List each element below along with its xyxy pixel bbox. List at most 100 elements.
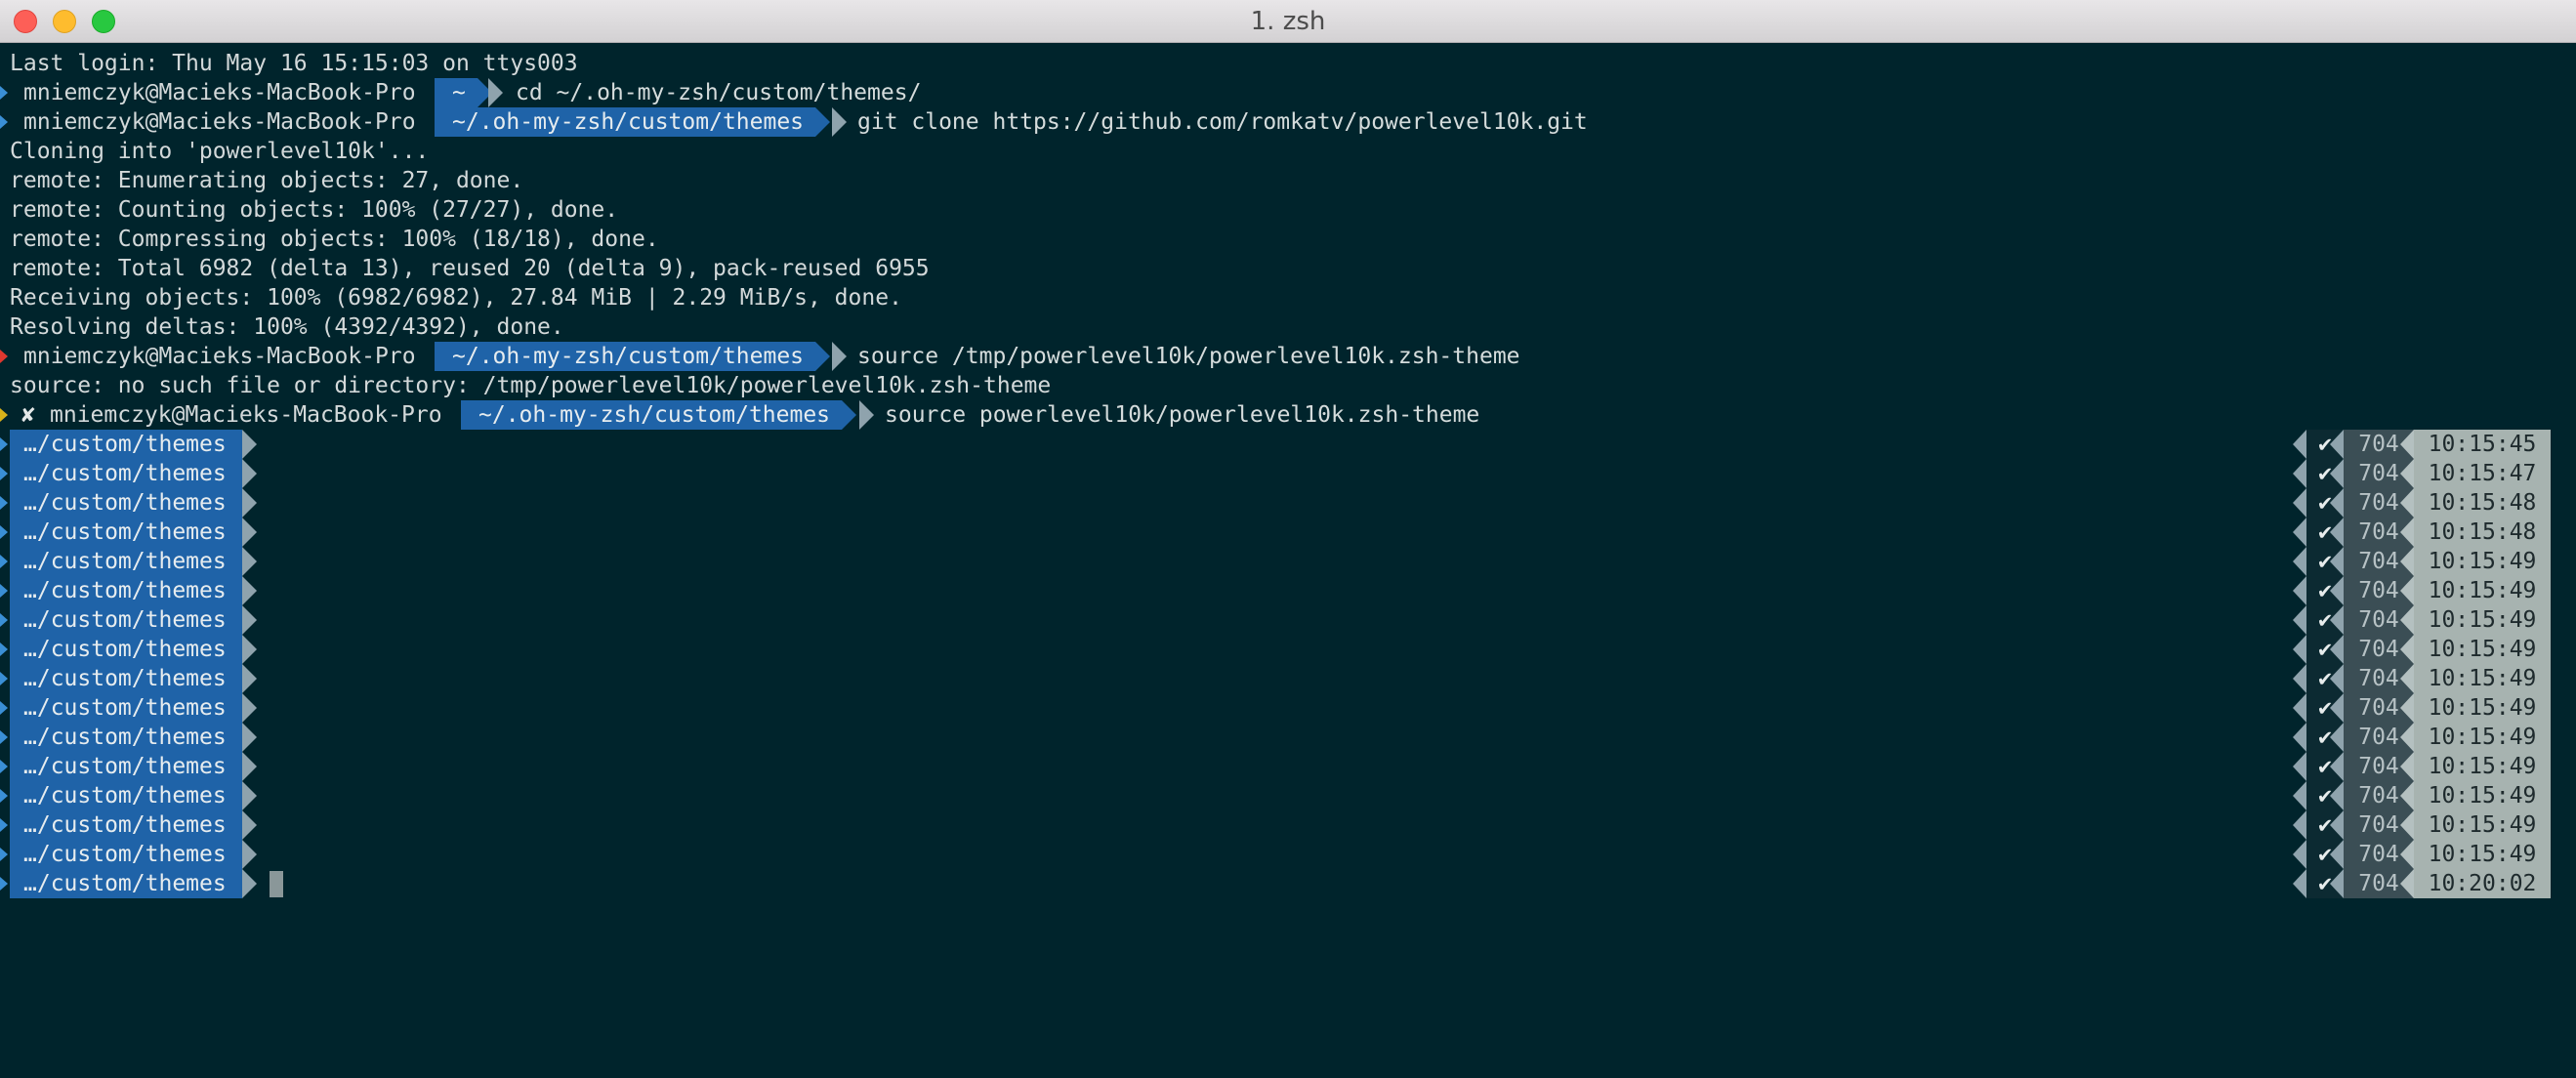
time-segment: 10:15:48 (2414, 518, 2551, 547)
p10k-prompt-line: …/custom/themes ✔ 704 10:15:49 (0, 576, 2576, 605)
right-separator-icon (2330, 430, 2344, 459)
dir-segment: …/custom/themes (10, 635, 242, 664)
last-login-line: Last login: Thu May 16 15:15:03 on ttys0… (0, 49, 2576, 78)
right-prompt: ✔ 704 10:15:49 (2293, 810, 2551, 840)
prompt-arrow-icon (242, 752, 257, 781)
p10k-prompt-line: …/custom/themes ✔ 704 10:20:02 (0, 869, 2576, 898)
prompt-arrow-icon (242, 576, 257, 605)
prompt-marker-icon (0, 818, 8, 832)
prompt-marker-icon (0, 496, 8, 510)
right-separator-icon (2400, 576, 2414, 605)
output-line: Cloning into 'powerlevel10k'... (0, 137, 2576, 166)
right-separator-icon (2330, 723, 2344, 752)
output-text: remote: Counting objects: 100% (27/27), … (10, 197, 619, 223)
right-separator-icon (2330, 664, 2344, 693)
right-separator-icon (2293, 518, 2306, 547)
right-prompt: ✔ 704 10:15:49 (2293, 723, 2551, 752)
right-separator-icon (2293, 781, 2306, 810)
right-separator-icon (2400, 693, 2414, 723)
right-separator-icon (2293, 488, 2306, 518)
output-text: Resolving deltas: 100% (4392/4392), done… (10, 314, 564, 340)
terminal-window: 1. zsh Last login: Thu May 16 15:15:03 o… (0, 0, 2576, 1078)
terminal-cursor[interactable] (270, 871, 283, 897)
output-text: remote: Enumerating objects: 27, done. (10, 168, 524, 193)
right-separator-icon (2293, 635, 2306, 664)
right-separator-icon (2293, 664, 2306, 693)
dir-segment: ~ (435, 78, 492, 107)
prompt-arrow-icon (242, 723, 257, 752)
right-separator-icon (2293, 547, 2306, 576)
dir-segment: …/custom/themes (10, 664, 242, 693)
time-segment: 10:15:48 (2414, 488, 2551, 518)
p10k-prompt-line: …/custom/themes ✔ 704 10:15:48 (0, 488, 2576, 518)
right-prompt: ✔ 704 10:15:48 (2293, 518, 2551, 547)
right-separator-icon (2400, 664, 2414, 693)
right-prompt: ✔ 704 10:15:48 (2293, 488, 2551, 518)
p10k-prompt-line: …/custom/themes ✔ 704 10:15:49 (0, 781, 2576, 810)
right-separator-icon (2330, 547, 2344, 576)
right-separator-icon (2400, 752, 2414, 781)
right-separator-icon (2330, 810, 2344, 840)
right-separator-icon (2293, 752, 2306, 781)
dir-segment: …/custom/themes (10, 430, 242, 459)
right-separator-icon (2330, 781, 2344, 810)
right-separator-icon (2400, 781, 2414, 810)
right-separator-icon (2400, 547, 2414, 576)
command-text: cd ~/.oh-my-zsh/custom/themes/ (516, 80, 922, 105)
output-line: Resolving deltas: 100% (4392/4392), done… (0, 312, 2576, 342)
error-text: source: no such file or directory: /tmp/… (10, 373, 1052, 398)
right-separator-icon (2330, 635, 2344, 664)
output-line: remote: Counting objects: 100% (27/27), … (0, 195, 2576, 225)
prompt-line-4: ✘ mniemczyk@Macieks-MacBook-Pro ~/.oh-my… (0, 400, 2576, 430)
right-prompt: ✔ 704 10:20:02 (2293, 869, 2551, 898)
p10k-prompt-line: …/custom/themes ✔ 704 10:15:49 (0, 664, 2576, 693)
dir-segment: ~/.oh-my-zsh/custom/themes (461, 400, 857, 430)
dir-segment: ~/.oh-my-zsh/custom/themes (435, 342, 831, 371)
right-prompt: ✔ 704 10:15:45 (2293, 430, 2551, 459)
p10k-prompt-line: …/custom/themes ✔ 704 10:15:49 (0, 810, 2576, 840)
p10k-prompt-line: …/custom/themes ✔ 704 10:15:47 (0, 459, 2576, 488)
host-segment: mniemczyk@Macieks-MacBook-Pro (50, 402, 442, 428)
prompt-marker-icon (0, 760, 8, 773)
error-line: source: no such file or directory: /tmp/… (0, 371, 2576, 400)
right-prompt: ✔ 704 10:15:49 (2293, 547, 2551, 576)
right-separator-icon (2400, 840, 2414, 869)
time-segment: 10:15:49 (2414, 576, 2551, 605)
p10k-prompt-line: …/custom/themes ✔ 704 10:15:45 (0, 430, 2576, 459)
command-text: source /tmp/powerlevel10k/powerlevel10k.… (857, 344, 1520, 369)
prompt-marker-icon (0, 525, 8, 539)
prompt-marker-icon (0, 115, 8, 129)
right-separator-icon (2330, 693, 2344, 723)
right-separator-icon (2330, 488, 2344, 518)
prompt-marker-icon (0, 437, 8, 451)
prompt-arrow-icon (242, 693, 257, 723)
right-separator-icon (2400, 723, 2414, 752)
right-prompt: ✔ 704 10:15:49 (2293, 752, 2551, 781)
host-segment: mniemczyk@Macieks-MacBook-Pro (23, 80, 416, 105)
output-line: Receiving objects: 100% (6982/6982), 27.… (0, 283, 2576, 312)
prompt-marker-icon (0, 86, 8, 100)
title-bar[interactable]: 1. zsh (0, 0, 2576, 43)
right-separator-icon (2293, 723, 2306, 752)
right-prompt: ✔ 704 10:15:49 (2293, 664, 2551, 693)
right-separator-icon (2400, 869, 2414, 898)
dir-segment: …/custom/themes (10, 752, 242, 781)
right-separator-icon (2330, 605, 2344, 635)
prompt-arrow-icon (242, 547, 257, 576)
p10k-prompt-line: …/custom/themes ✔ 704 10:15:49 (0, 693, 2576, 723)
last-login-text: Last login: Thu May 16 15:15:03 on ttys0… (10, 51, 578, 76)
host-segment: mniemczyk@Macieks-MacBook-Pro (23, 109, 416, 135)
command-text: source powerlevel10k/powerlevel10k.zsh-t… (885, 402, 1480, 428)
right-separator-icon (2400, 488, 2414, 518)
output-line: remote: Total 6982 (delta 13), reused 20… (0, 254, 2576, 283)
p10k-prompt-line: …/custom/themes ✔ 704 10:15:49 (0, 840, 2576, 869)
dir-segment: …/custom/themes (10, 459, 242, 488)
dir-segment: …/custom/themes (10, 693, 242, 723)
terminal-content[interactable]: Last login: Thu May 16 15:15:03 on ttys0… (0, 49, 2576, 1078)
prompt-arrow-icon (242, 840, 257, 869)
right-separator-icon (2400, 430, 2414, 459)
dir-segment: …/custom/themes (10, 518, 242, 547)
dir-segment: ~/.oh-my-zsh/custom/themes (435, 107, 831, 137)
right-prompt: ✔ 704 10:15:47 (2293, 459, 2551, 488)
prompt-marker-icon (0, 643, 8, 656)
